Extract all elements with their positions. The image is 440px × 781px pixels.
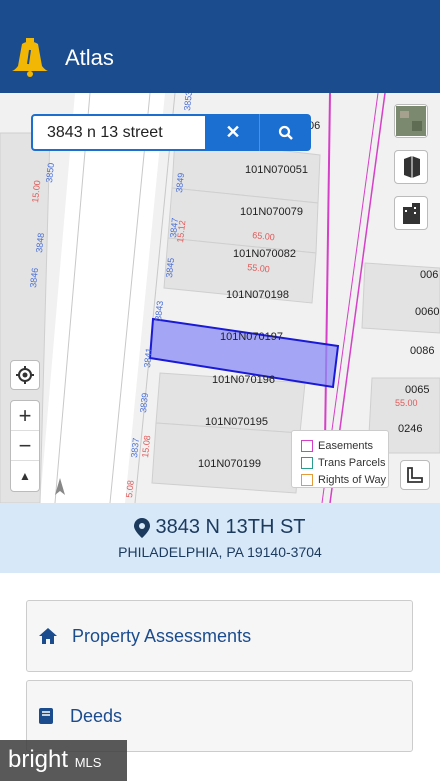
address-line-1: 3843 N 13TH ST bbox=[0, 516, 440, 539]
card-label: Property Assessments bbox=[72, 625, 252, 646]
street-address: 3843 N 13TH ST bbox=[155, 516, 306, 538]
parcel-label: 101N070198 bbox=[226, 289, 289, 301]
ruler-icon bbox=[407, 467, 423, 483]
house-number: 3849 bbox=[174, 172, 186, 193]
house-number: 3839 bbox=[138, 392, 150, 413]
house-number: 3853 bbox=[182, 93, 194, 111]
address-bar: 3843 N 13TH ST PHILADELPHIA, PA 19140-37… bbox=[0, 503, 440, 573]
legend-item-rights-of-way: Rights of Way bbox=[301, 471, 388, 488]
parcel-label: 101N070199 bbox=[198, 458, 261, 470]
legend-item-easements: Easements bbox=[301, 437, 388, 454]
bright-mls-watermark: bright MLS bbox=[0, 740, 127, 781]
parcel-label: 0065 bbox=[405, 384, 429, 396]
parcel-label: 101N070197 bbox=[220, 331, 283, 343]
parcel-label: 0060 bbox=[415, 306, 439, 318]
app-header: Atlas bbox=[0, 0, 440, 93]
legend-swatch bbox=[301, 473, 313, 486]
zoom-in-button[interactable]: + bbox=[11, 401, 39, 431]
parcel-label: 0246 bbox=[398, 423, 422, 435]
crosshair-icon bbox=[16, 366, 34, 384]
search-input[interactable] bbox=[31, 114, 207, 151]
parcel-label: 101N070051 bbox=[245, 164, 308, 176]
liberty-bell-icon bbox=[12, 38, 48, 77]
parcel-label: 006 bbox=[420, 269, 438, 281]
property-assessments-card[interactable]: Property Assessments bbox=[26, 600, 413, 672]
search-button[interactable] bbox=[259, 114, 311, 151]
parcel-label: 101N070079 bbox=[240, 206, 303, 218]
house-number: 3846 bbox=[28, 267, 40, 288]
house-number: 3845 bbox=[164, 257, 176, 278]
house-number: 3848 bbox=[34, 232, 46, 253]
building-3d-icon bbox=[404, 156, 420, 178]
map-pin-icon bbox=[134, 517, 151, 538]
house-number: 3843 bbox=[153, 300, 165, 321]
zoom-control: + − ▲ bbox=[10, 400, 40, 492]
satellite-toggle-button[interactable] bbox=[394, 104, 428, 138]
locate-me-button[interactable] bbox=[10, 360, 40, 390]
parcel-label: 101N070195 bbox=[205, 416, 268, 428]
close-icon: ✕ bbox=[225, 122, 241, 142]
clear-search-button[interactable]: ✕ bbox=[207, 114, 259, 151]
legend-swatch bbox=[301, 439, 313, 452]
parcel-label: 0086 bbox=[410, 345, 434, 357]
satellite-icon bbox=[396, 106, 426, 136]
compass-button[interactable]: ▲ bbox=[11, 461, 39, 491]
dimension-label: 15.08 bbox=[140, 435, 152, 458]
home-icon bbox=[39, 628, 57, 644]
building-icon bbox=[403, 203, 420, 224]
app-title: Atlas bbox=[65, 45, 114, 70]
search-icon bbox=[278, 125, 293, 140]
dimension-label: 5.08 bbox=[124, 480, 136, 498]
parcel-label: 101N070196 bbox=[212, 374, 275, 386]
map-legend: Easements Trans Parcels Rights of Way bbox=[291, 430, 389, 488]
parcel-label: 101N070082 bbox=[233, 248, 296, 260]
city-state-zip: PHILADELPHIA, PA 19140-3704 bbox=[118, 544, 322, 560]
3d-view-button[interactable] bbox=[394, 150, 428, 184]
card-label: Deeds bbox=[70, 705, 123, 726]
legend-swatch bbox=[301, 456, 313, 469]
dimension-label: 55.00 bbox=[395, 398, 418, 408]
legend-item-trans-parcels: Trans Parcels bbox=[301, 454, 388, 471]
buildings-layer-button[interactable] bbox=[394, 196, 428, 230]
book-icon bbox=[39, 708, 53, 724]
house-number: 3841 bbox=[142, 347, 154, 368]
house-number: 3850 bbox=[44, 162, 56, 183]
zoom-out-button[interactable]: − bbox=[11, 431, 39, 461]
parcel-map[interactable]: 101N070051 101N070079 101N070082 101N070… bbox=[0, 93, 440, 503]
measure-tool-button[interactable] bbox=[400, 460, 430, 490]
